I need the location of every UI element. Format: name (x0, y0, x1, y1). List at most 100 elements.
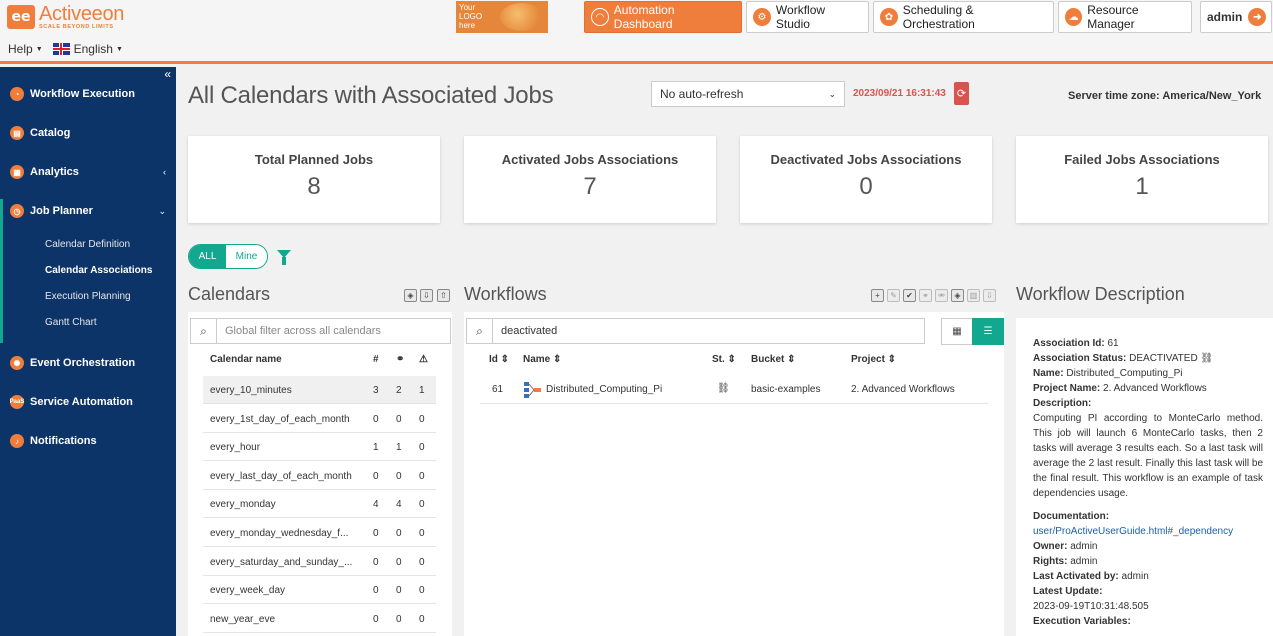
calendar-count: 1 (373, 442, 379, 453)
user-menu-button[interactable]: admin ➜ (1200, 1, 1272, 33)
column-header-project[interactable]: Project ⇕ (851, 354, 896, 365)
table-row[interactable]: every_10_minutes 3 2 1 (203, 376, 436, 404)
auto-refresh-select[interactable]: No auto-refresh ⌄ (651, 81, 845, 107)
stat-value: 0 (859, 173, 873, 200)
search-icon[interactable]: ⌕ (191, 319, 217, 343)
warning-icon: ⚠ (419, 354, 428, 365)
calendar-name: every_1st_day_of_each_month (210, 414, 350, 425)
table-row[interactable]: every_1st_day_of_each_month 0 0 0 (203, 405, 436, 433)
stat-card-activated: Activated Jobs Associations 7 (464, 136, 716, 223)
column-header-calendar-name[interactable]: Calendar name (210, 354, 282, 365)
sidebar-sub-gantt-chart[interactable]: Gantt Chart (45, 317, 97, 328)
download-icon[interactable]: ⇩ (983, 289, 996, 302)
workflow-description-title: Workflow Description (1016, 284, 1185, 304)
toggle-all[interactable]: ALL (189, 245, 226, 268)
refresh-button[interactable]: ⟳ (954, 82, 969, 105)
unlink-icon[interactable]: ⚮ (935, 289, 948, 302)
nav-label: Scheduling & Orchestration (902, 3, 975, 31)
table-row[interactable]: every_saturday_and_sunday_... 0 0 0 (203, 548, 436, 576)
link-icon[interactable]: ⚭ (919, 289, 932, 302)
sidebar-sub-calendar-associations[interactable]: Calendar Associations (45, 265, 152, 276)
column-header-status[interactable]: St. ⇕ (712, 354, 736, 365)
table-row[interactable]: every_monday 4 4 0 (203, 490, 436, 518)
filter-icon[interactable] (277, 250, 291, 265)
sidebar-item-workflow-execution[interactable]: ◔ Workflow Execution (0, 84, 176, 104)
collapse-sidebar-icon[interactable]: « (164, 67, 171, 81)
calendar-linked: 1 (396, 442, 402, 453)
sidebar-item-label: Workflow Execution (30, 88, 135, 100)
table-row[interactable]: every_monday_wednesday_f... 0 0 0 (203, 519, 436, 547)
sidebar-item-service-automation[interactable]: PaaS Service Automation (0, 392, 176, 412)
calendar-linked: 0 (396, 557, 402, 568)
calendar-name: every_week_day (210, 585, 286, 596)
ownership-toggle: ALL Mine (188, 244, 268, 269)
calendar-failed: 0 (419, 528, 425, 539)
nav-label: Automation Dashboard (613, 3, 675, 31)
logout-icon[interactable]: ➜ (1248, 8, 1267, 26)
nav-label: Resource Manager (1087, 3, 1139, 31)
search-icon[interactable]: ⌕ (467, 319, 493, 343)
sidebar-item-event-orchestration[interactable]: ✺ Event Orchestration (0, 353, 176, 373)
workflow-diagram-icon (524, 382, 541, 398)
column-header-name[interactable]: Name ⇕ (523, 354, 561, 365)
calendar-linked: 0 (396, 614, 402, 625)
chevron-down-icon: ⌄ (828, 88, 836, 99)
activeeon-logo[interactable]: ee Activeeon SCALE BEYOND LIMITS (7, 4, 124, 29)
sidebar-item-notifications[interactable]: ♪ Notifications (0, 431, 176, 451)
check-icon[interactable]: ✔ (903, 289, 916, 302)
project-name: 2. Advanced Workflows (1103, 383, 1207, 394)
upload-icon[interactable]: ⇧ (437, 289, 450, 302)
toggle-mine[interactable]: Mine (226, 245, 267, 268)
table-row[interactable]: every_hour 1 1 0 (203, 433, 436, 461)
shield-icon[interactable]: ◈ (951, 289, 964, 302)
calendar-failed: 1 (419, 385, 425, 396)
sidebar-item-job-planner[interactable]: ◷ Job Planner ⌄ (0, 201, 176, 221)
automation-dashboard-button[interactable]: ◠ Automation Dashboard (584, 1, 742, 33)
calendars-title: Calendars (188, 284, 271, 304)
calendar-name: every_saturday_and_sunday_... (210, 557, 353, 568)
sidebar-item-analytics[interactable]: ▦ Analytics ‹ (0, 162, 176, 182)
calendar-search-input[interactable]: Global filter across all calendars (217, 325, 450, 337)
calendar-failed: 0 (419, 557, 425, 568)
stat-label: Total Planned Jobs (254, 152, 374, 167)
workflow-studio-button[interactable]: ⚙ Workflow Studio (746, 1, 869, 33)
list-icon: ☰ (983, 326, 993, 337)
calendar-linked: 0 (396, 528, 402, 539)
workflow-search-input[interactable]: deactivated (493, 325, 924, 337)
calendar-count: 0 (373, 414, 379, 425)
add-icon[interactable]: + (871, 289, 884, 302)
chevron-down-icon: ▼ (115, 45, 123, 53)
table-row[interactable]: new_year_eve 0 0 0 (203, 605, 436, 633)
stat-card-deactivated: Deactivated Jobs Associations 0 (740, 136, 992, 223)
delete-icon[interactable]: ▥ (967, 289, 980, 302)
unlink-status-icon: ⛓ (717, 383, 730, 394)
column-header-bucket[interactable]: Bucket ⇕ (751, 354, 796, 365)
resource-manager-button[interactable]: ☁ Resource Manager (1058, 1, 1192, 33)
table-row[interactable]: every_last_day_of_each_month 0 0 0 (203, 462, 436, 490)
paas-icon: PaaS (10, 395, 24, 409)
sidebar-sub-calendar-definition[interactable]: Calendar Definition (45, 239, 130, 250)
documentation-link[interactable]: user/ProActiveUserGuide.html#_dependency (1033, 524, 1263, 539)
scheduling-orchestration-button[interactable]: ✿ Scheduling & Orchestration (873, 1, 1054, 33)
table-row[interactable]: every_week_day 0 0 0 (203, 576, 436, 604)
edit-icon[interactable]: ✎ (887, 289, 900, 302)
language-menu[interactable]: English (74, 42, 113, 56)
workflow-name: Distributed_Computing_Pi (546, 384, 663, 395)
grid-view-button[interactable]: ▦ (941, 318, 973, 345)
sidebar-item-catalog[interactable]: ▤ Catalog (0, 123, 176, 143)
shield-icon[interactable]: ◈ (404, 289, 417, 302)
stat-label: Failed Jobs Associations (1064, 152, 1220, 167)
calendar-name: every_monday (210, 499, 276, 510)
page-title: All Calendars with Associated Jobs (188, 82, 554, 109)
calendar-failed: 0 (419, 585, 425, 596)
list-view-button[interactable]: ☰ (972, 318, 1004, 345)
table-row[interactable]: 61 Distributed_Computing_Pi ⛓ basic-exam… (480, 376, 988, 404)
sidebar-sub-execution-planning[interactable]: Execution Planning (45, 291, 131, 302)
download-icon[interactable]: ⇩ (420, 289, 433, 302)
help-menu[interactable]: Help (8, 42, 33, 56)
column-header-id[interactable]: Id ⇕ (489, 354, 509, 365)
analytics-icon: ▦ (10, 165, 24, 179)
rights: admin (1070, 556, 1098, 567)
calendar-count: 0 (373, 585, 379, 596)
chevron-down-icon: ▼ (35, 45, 43, 53)
